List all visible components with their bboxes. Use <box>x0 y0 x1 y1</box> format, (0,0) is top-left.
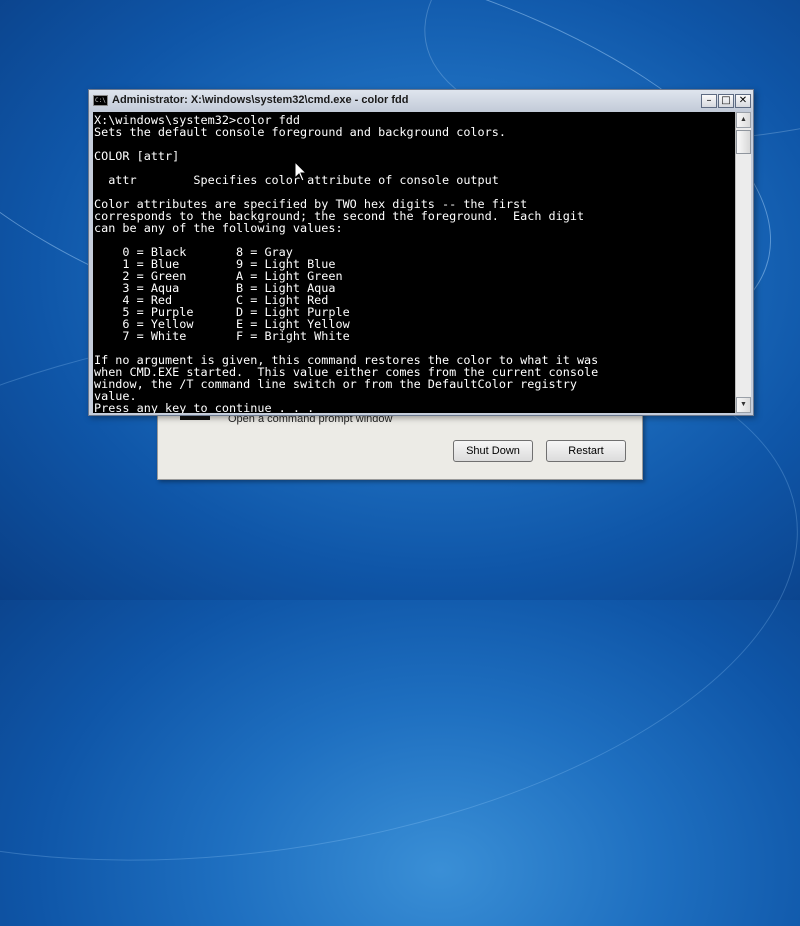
mouse-pointer-icon <box>295 162 307 182</box>
close-icon[interactable]: ✕ <box>735 94 751 108</box>
restart-button[interactable]: Restart <box>546 440 626 462</box>
console-output[interactable]: X:\windows\system32>color fdd Sets the d… <box>93 112 735 413</box>
scroll-up-arrow-icon[interactable]: ▲ <box>736 112 751 128</box>
cmd-app-icon[interactable]: C:\ <box>93 95 108 106</box>
system-recovery-dialog: Open a command prompt window Shut Down R… <box>157 405 643 480</box>
console-text: X:\windows\system32>color fdd Sets the d… <box>94 113 599 413</box>
vertical-scrollbar[interactable]: ▲ ▼ <box>735 112 751 413</box>
scroll-thumb[interactable] <box>736 130 751 154</box>
shut-down-button[interactable]: Shut Down <box>453 440 533 462</box>
cmd-window[interactable]: C:\ Administrator: X:\windows\system32\c… <box>88 89 754 416</box>
scroll-down-arrow-icon[interactable]: ▼ <box>736 397 751 413</box>
maximize-icon[interactable]: □ <box>718 94 734 108</box>
minimize-icon[interactable]: – <box>701 94 717 108</box>
window-title: Administrator: X:\windows\system32\cmd.e… <box>112 94 409 106</box>
title-bar[interactable]: C:\ Administrator: X:\windows\system32\c… <box>89 90 753 112</box>
